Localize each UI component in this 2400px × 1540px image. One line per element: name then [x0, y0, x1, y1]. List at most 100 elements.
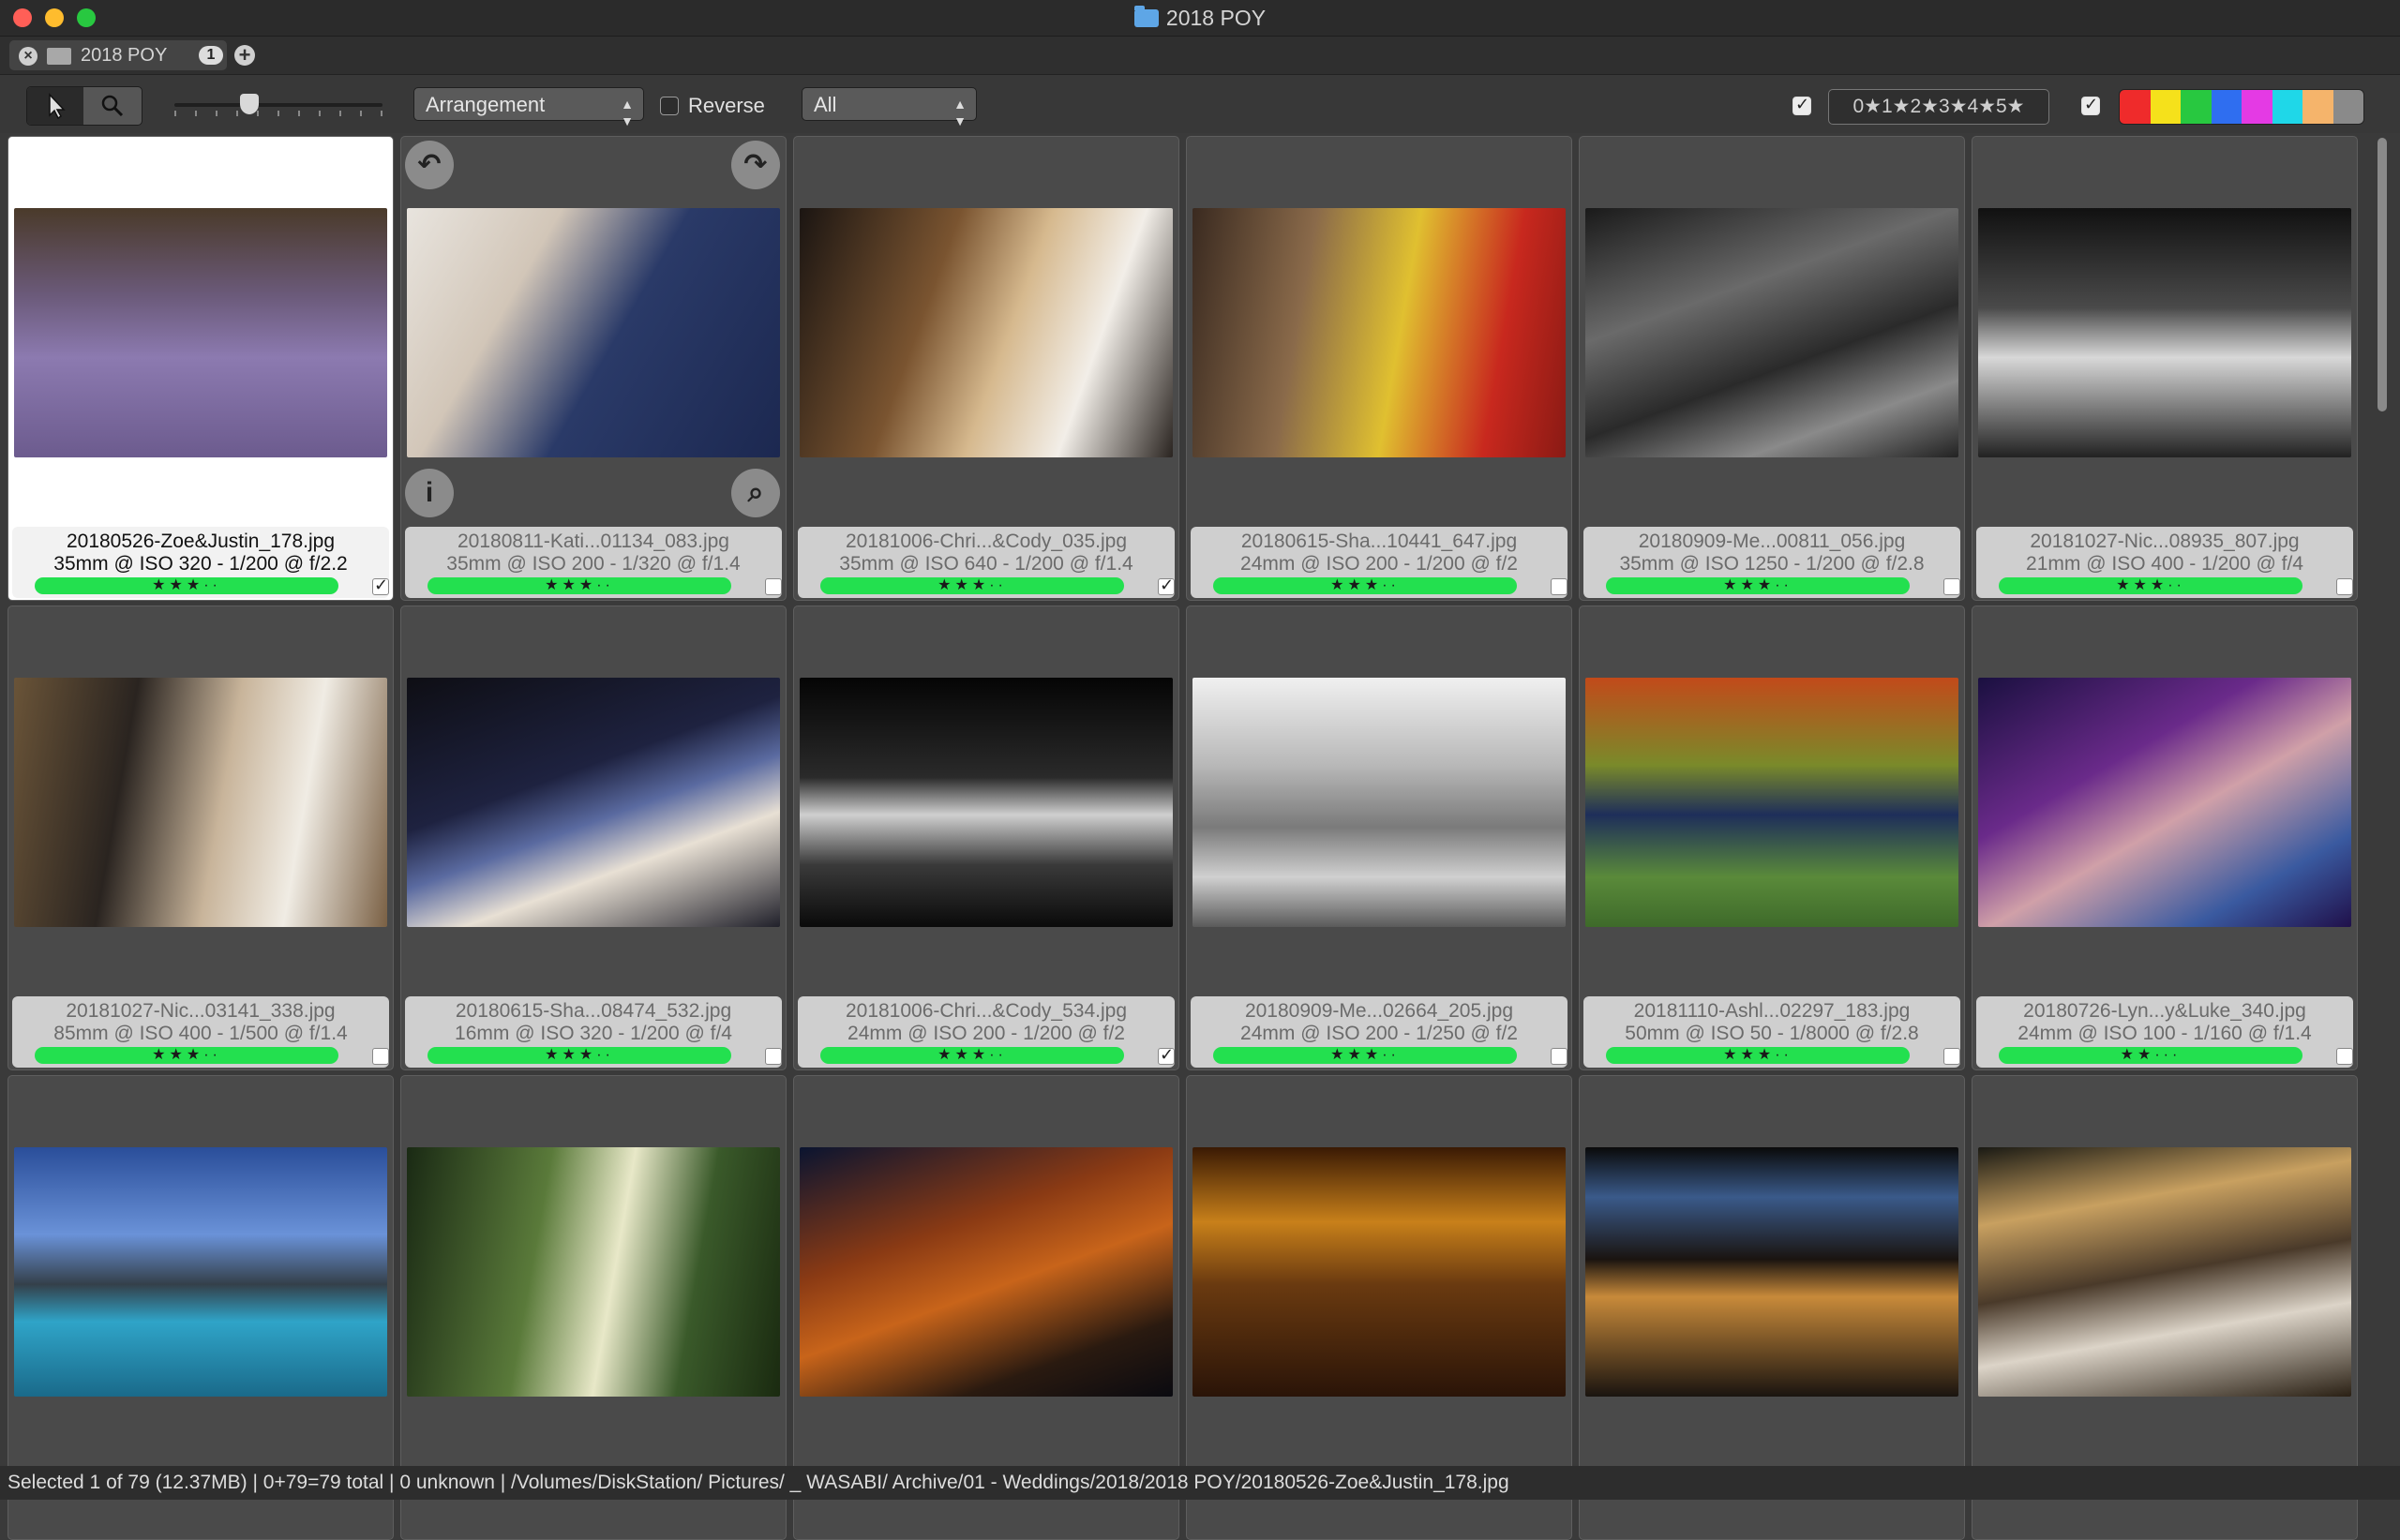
- color-label-swatch[interactable]: [2302, 90, 2333, 124]
- rotate-left-icon[interactable]: ↶: [405, 141, 454, 189]
- color-filter-checkbox[interactable]: [2081, 95, 2100, 115]
- star-rating[interactable]: ★★★··: [35, 1047, 338, 1064]
- color-label-swatch[interactable]: [2120, 90, 2151, 124]
- color-label-swatch[interactable]: [2242, 90, 2272, 124]
- thumbnail-checkbox[interactable]: [1943, 1048, 1960, 1065]
- color-label-swatch[interactable]: [2181, 90, 2212, 124]
- star-rating[interactable]: ★★···: [1999, 1047, 2302, 1064]
- color-label-swatch[interactable]: [2332, 90, 2363, 124]
- thumbnail-checkbox[interactable]: [1158, 1045, 1175, 1065]
- thumbnail-image[interactable]: [1192, 208, 1566, 457]
- thumbnail-image[interactable]: [1585, 1147, 1958, 1397]
- filter-popup[interactable]: All ▲ ▼: [802, 87, 977, 128]
- color-label-swatch[interactable]: [2211, 90, 2242, 124]
- thumbnail-image[interactable]: [1585, 208, 1958, 457]
- thumbnail-cell[interactable]: 20180726-Lyn...y&Luke_340.jpg 24mm @ ISO …: [1972, 606, 2358, 1070]
- thumbnail-info: 20180526-Zoe&Justin_178.jpg 35mm @ ISO 32…: [12, 527, 389, 598]
- thumbnail-checkbox[interactable]: [2336, 578, 2353, 595]
- zoom-tool-button[interactable]: [84, 87, 142, 125]
- thumbnail-checkbox[interactable]: [1943, 578, 1960, 595]
- rating-filter-checkbox[interactable]: [1792, 95, 1811, 115]
- exif-summary: 35mm @ ISO 1250 - 1/200 @ f/2.8: [1619, 553, 1925, 575]
- slider-ticks: [174, 111, 382, 116]
- thumbnail-cell[interactable]: 20181006-Chri...&Cody_035.jpg 35mm @ ISO …: [793, 136, 1179, 601]
- file-name: 20181027-Nic...08935_807.jpg: [2030, 531, 2300, 552]
- reverse-checkbox[interactable]: [660, 97, 679, 115]
- thumbnail-image[interactable]: [1978, 208, 2351, 457]
- tab-2018-poy[interactable]: × 2018 POY 1: [9, 40, 227, 70]
- scrollbar-thumb[interactable]: [2378, 138, 2387, 411]
- add-tab-icon[interactable]: +: [234, 45, 255, 66]
- info-icon[interactable]: i: [405, 469, 454, 517]
- thumbnail-image[interactable]: [1978, 678, 2351, 927]
- thumbnail-image[interactable]: [407, 208, 780, 457]
- thumbnail-image[interactable]: [800, 1147, 1173, 1397]
- color-label-swatch[interactable]: [2272, 90, 2302, 124]
- thumbnail-image[interactable]: [1192, 1147, 1566, 1397]
- zoom-icon[interactable]: ⌕: [731, 469, 780, 517]
- thumbnail-cell[interactable]: 20180615-Sha...10441_647.jpg 24mm @ ISO 2…: [1186, 136, 1572, 601]
- file-name: 20180811-Kati...01134_083.jpg: [458, 531, 729, 552]
- color-label-filter[interactable]: [2119, 89, 2364, 125]
- exif-summary: 35mm @ ISO 640 - 1/200 @ f/1.4: [839, 553, 1133, 575]
- file-name: 20181110-Ashl...02297_183.jpg: [1633, 1000, 1911, 1022]
- star-rating[interactable]: ★★★··: [1999, 577, 2302, 594]
- thumbnail-image[interactable]: [1978, 1147, 2351, 1397]
- thumbnail-size-slider-track[interactable]: [174, 103, 382, 107]
- vertical-scrollbar[interactable]: [2374, 136, 2391, 1465]
- thumbnail-info: 20180909-Me...02664_205.jpg 24mm @ ISO 20…: [1191, 996, 1568, 1068]
- tool-mode-segmented-control: [26, 86, 142, 126]
- star-rating[interactable]: ★★★··: [820, 577, 1124, 594]
- thumbnail-cell[interactable]: 20181110-Ashl...02297_183.jpg 50mm @ ISO …: [1579, 606, 1965, 1070]
- thumbnail-image[interactable]: [14, 678, 387, 927]
- exif-summary: 16mm @ ISO 320 - 1/200 @ f/4: [455, 1023, 732, 1044]
- thumbnail-cell[interactable]: ↶ ↷ i ⌕ 20180811-Kati...01134_083.jpg 35mm @ …: [400, 136, 787, 601]
- sort-popup[interactable]: Arrangement ▲ ▼: [413, 87, 644, 128]
- thumbnail-info: 20181006-Chri...&Cody_534.jpg 24mm @ ISO …: [798, 996, 1175, 1068]
- thumbnail-cell[interactable]: 20181006-Chri...&Cody_534.jpg 24mm @ ISO …: [793, 606, 1179, 1070]
- select-tool-button[interactable]: [27, 87, 83, 125]
- close-icon[interactable]: ×: [19, 47, 38, 66]
- star-rating[interactable]: ★★★··: [820, 1047, 1124, 1064]
- thumbnail-cell[interactable]: 20180526-Zoe&Justin_178.jpg 35mm @ ISO 32…: [8, 136, 394, 601]
- thumbnail-image[interactable]: [14, 1147, 387, 1397]
- rating-filter-control[interactable]: 0★1★2★3★4★5★: [1828, 89, 2049, 125]
- thumbnail-image[interactable]: [1585, 678, 1958, 927]
- star-rating[interactable]: ★★★··: [1606, 1047, 1910, 1064]
- thumbnail-cell[interactable]: 20181027-Nic...03141_338.jpg 85mm @ ISO 4…: [8, 606, 394, 1070]
- thumbnail-checkbox[interactable]: [765, 578, 782, 595]
- color-label-swatch[interactable]: [2150, 90, 2181, 124]
- thumbnail-image[interactable]: [800, 678, 1173, 927]
- thumbnail-info: 20181110-Ashl...02297_183.jpg 50mm @ ISO …: [1583, 996, 1960, 1068]
- thumbnail-image[interactable]: [407, 1147, 780, 1397]
- exif-summary: 35mm @ ISO 200 - 1/320 @ f/1.4: [446, 553, 741, 575]
- star-rating[interactable]: ★★★··: [1213, 577, 1517, 594]
- star-rating[interactable]: ★★★··: [35, 577, 338, 594]
- thumbnail-checkbox[interactable]: [1551, 1048, 1568, 1065]
- thumbnail-size-slider-knob[interactable]: [240, 94, 259, 114]
- file-name: 20180615-Sha...08474_532.jpg: [455, 1000, 732, 1022]
- star-rating[interactable]: ★★★··: [428, 1047, 731, 1064]
- thumbnail-image[interactable]: [407, 678, 780, 927]
- thumbnail-checkbox[interactable]: [1551, 578, 1568, 595]
- thumbnail-checkbox[interactable]: [1158, 576, 1175, 595]
- thumbnail-image[interactable]: [14, 208, 387, 457]
- thumbnail-image[interactable]: [800, 208, 1173, 457]
- star-rating[interactable]: ★★★··: [428, 577, 731, 594]
- thumbnail-checkbox[interactable]: [372, 1048, 389, 1065]
- file-name: 20180909-Me...02664_205.jpg: [1244, 1000, 1514, 1022]
- thumbnail-checkbox[interactable]: [765, 1048, 782, 1065]
- tab-bar: × 2018 POY 1 +: [0, 37, 2400, 75]
- chevron-updown-icon: ▲ ▼: [953, 97, 967, 128]
- rotate-right-icon[interactable]: ↷: [731, 141, 780, 189]
- thumbnail-cell[interactable]: 20180909-Me...00811_056.jpg 35mm @ ISO 12…: [1579, 136, 1965, 601]
- thumbnail-cell[interactable]: 20180615-Sha...08474_532.jpg 16mm @ ISO 3…: [400, 606, 787, 1070]
- star-rating[interactable]: ★★★··: [1606, 577, 1910, 594]
- thumbnail-image[interactable]: [1192, 678, 1566, 927]
- thumbnail-cell[interactable]: 20181027-Nic...08935_807.jpg 21mm @ ISO 4…: [1972, 136, 2358, 601]
- star-rating[interactable]: ★★★··: [1213, 1047, 1517, 1064]
- thumbnail-checkbox[interactable]: [372, 576, 389, 595]
- thumbnail-cell[interactable]: 20180909-Me...02664_205.jpg 24mm @ ISO 20…: [1186, 606, 1572, 1070]
- thumbnail-checkbox[interactable]: [2336, 1048, 2353, 1065]
- thumbnail-info: 20180909-Me...00811_056.jpg 35mm @ ISO 12…: [1583, 527, 1960, 598]
